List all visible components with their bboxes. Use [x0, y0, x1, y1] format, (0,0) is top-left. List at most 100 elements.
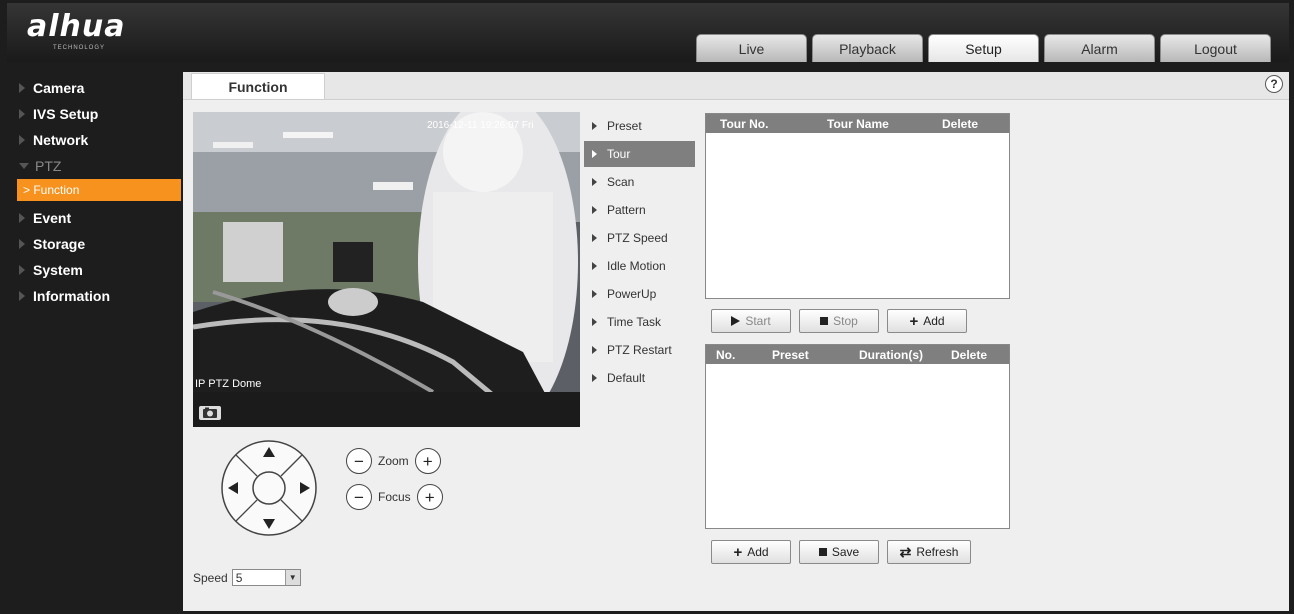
chevron-down-icon: ▼	[284, 570, 300, 585]
stop-button[interactable]: Stop	[799, 309, 879, 333]
plus-icon: +	[733, 543, 743, 561]
snapshot-camera-icon[interactable]	[199, 406, 221, 420]
start-button[interactable]: Start	[711, 309, 791, 333]
menu-item-ptz-restart[interactable]: PTZ Restart	[584, 337, 695, 363]
caret-right-icon	[19, 109, 25, 119]
video-preview: 2016-12-11 19:26:07 Fri IP PTZ Dome	[193, 112, 580, 427]
tab-logout[interactable]: Logout	[1160, 34, 1271, 62]
sidebar-item-label: Network	[33, 132, 89, 148]
menu-item-label: PowerUp	[607, 287, 657, 301]
menu-item-preset[interactable]: Preset	[584, 113, 695, 139]
refresh-label: Refresh	[916, 545, 959, 559]
sidebar-item-network[interactable]: Network	[7, 127, 183, 153]
sidebar-item-system[interactable]: System	[7, 257, 183, 283]
function-menu: Preset Tour Scan Pattern PTZ Speed Idle …	[584, 113, 695, 393]
tour-table-header: Tour No. Tour Name Delete	[706, 114, 1009, 133]
sidebar-item-label: IVS Setup	[33, 106, 99, 122]
osd-channel-name: IP PTZ Dome	[195, 378, 262, 390]
caret-right-icon	[592, 234, 597, 242]
caret-right-icon	[592, 178, 597, 186]
caret-right-icon	[19, 135, 25, 145]
sidebar-item-camera[interactable]: Camera	[7, 75, 183, 101]
sidebar-item-label: Camera	[33, 80, 85, 96]
sidebar-item-label: PTZ	[35, 158, 62, 174]
focus-near-button[interactable]: −	[346, 484, 372, 510]
caret-right-icon	[592, 206, 597, 214]
sidebar-item-ivs-setup[interactable]: IVS Setup	[7, 101, 183, 127]
content-area: Function ? 2016-12-11 19:26:07 Fri IP PT…	[183, 72, 1289, 611]
sidebar-subitem-function[interactable]: > Function	[17, 179, 181, 201]
caret-right-icon	[19, 83, 25, 93]
osd-timestamp: 2016-12-11 19:26:07 Fri	[427, 120, 534, 131]
sidebar-item-ptz[interactable]: PTZ	[7, 153, 183, 179]
menu-item-powerup[interactable]: PowerUp	[584, 281, 695, 307]
menu-item-label: Preset	[607, 119, 642, 133]
col-delete: Delete	[942, 117, 979, 131]
menu-item-label: Tour	[607, 147, 631, 161]
preset-table-header: No. Preset Duration(s) Delete	[706, 345, 1009, 364]
focus-control: − Focus +	[346, 484, 443, 510]
col-delete: Delete	[951, 348, 988, 362]
caret-right-icon	[19, 239, 25, 249]
focus-far-button[interactable]: +	[416, 484, 443, 510]
zoom-in-button[interactable]: +	[414, 448, 441, 474]
top-nav: Live Playback Setup Alarm Logout	[696, 34, 1271, 62]
zoom-out-button[interactable]: −	[346, 448, 372, 474]
function-panel: 2016-12-11 19:26:07 Fri IP PTZ Dome − Zo…	[183, 99, 1289, 611]
speed-control: Speed 5 ▼	[193, 569, 301, 586]
sidebar-item-storage[interactable]: Storage	[7, 231, 183, 257]
refresh-button[interactable]: ⇄ Refresh	[887, 540, 971, 564]
sidebar-item-information[interactable]: Information	[7, 283, 183, 309]
tour-table: Tour No. Tour Name Delete	[705, 113, 1010, 299]
menu-item-label: Pattern	[607, 203, 646, 217]
speed-value: 5	[235, 570, 243, 585]
play-icon	[731, 316, 741, 326]
speed-select[interactable]: 5 ▼	[231, 569, 301, 586]
menu-item-label: Scan	[607, 175, 635, 189]
refresh-icon: ⇄	[899, 543, 912, 560]
sidebar-item-event[interactable]: Event	[7, 205, 183, 231]
menu-item-time-task[interactable]: Time Task	[584, 309, 695, 335]
focus-label: Focus	[378, 490, 411, 504]
col-tour-no: Tour No.	[720, 117, 769, 131]
add-tour-button[interactable]: + Add	[887, 309, 967, 333]
col-no: No.	[716, 348, 736, 362]
save-button[interactable]: Save	[799, 540, 879, 564]
menu-item-scan[interactable]: Scan	[584, 169, 695, 195]
sidebar-item-label: Storage	[33, 236, 86, 252]
caret-right-icon	[592, 318, 597, 326]
sidebar-item-label: Information	[33, 288, 110, 304]
menu-item-label: Time Task	[607, 315, 662, 329]
caret-right-icon	[19, 265, 25, 275]
tab-live[interactable]: Live	[696, 34, 807, 62]
stop-label: Stop	[833, 314, 858, 328]
zoom-control: − Zoom +	[346, 448, 441, 474]
caret-right-icon	[592, 150, 597, 158]
ptz-direction-pad[interactable]	[220, 439, 318, 537]
tab-alarm[interactable]: Alarm	[1044, 34, 1155, 62]
add-label: Add	[923, 314, 945, 328]
menu-item-default[interactable]: Default	[584, 365, 695, 391]
sidebar-item-label: System	[33, 262, 83, 278]
add-preset-button[interactable]: + Add	[711, 540, 791, 564]
sidebar: Camera IVS Setup Network PTZ > Function …	[7, 62, 183, 610]
col-duration: Duration(s)	[859, 348, 923, 362]
menu-item-idle-motion[interactable]: Idle Motion	[584, 253, 695, 279]
caret-right-icon	[592, 346, 597, 354]
tab-setup[interactable]: Setup	[928, 34, 1039, 62]
menu-item-pattern[interactable]: Pattern	[584, 197, 695, 223]
caret-right-icon	[592, 122, 597, 130]
save-label: Save	[831, 545, 860, 559]
zoom-label: Zoom	[378, 454, 409, 468]
camera-icon	[203, 407, 217, 418]
menu-item-ptz-speed[interactable]: PTZ Speed	[584, 225, 695, 251]
menu-item-tour[interactable]: Tour	[584, 141, 695, 167]
caret-right-icon	[592, 374, 597, 382]
caret-right-icon	[592, 290, 597, 298]
tab-playback[interactable]: Playback	[812, 34, 923, 62]
caret-right-icon	[19, 291, 25, 301]
tab-function[interactable]: Function	[191, 73, 325, 99]
col-preset: Preset	[772, 348, 809, 362]
help-icon[interactable]: ?	[1265, 75, 1283, 93]
save-icon	[818, 548, 827, 556]
